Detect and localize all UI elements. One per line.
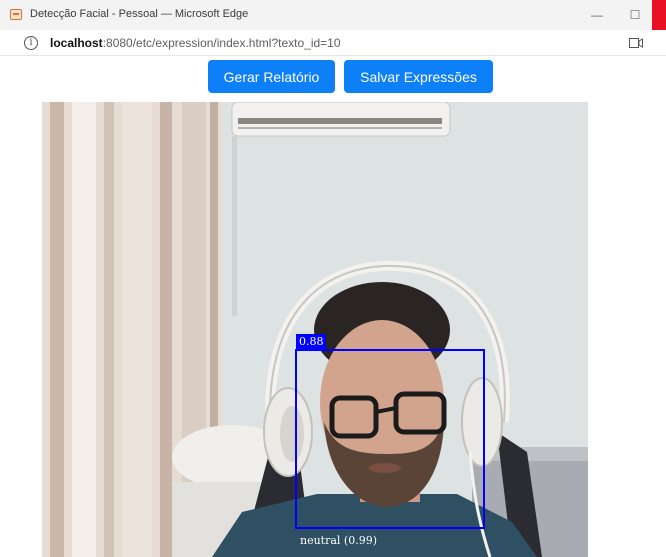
expression-label: neutral (0.99) <box>300 534 378 547</box>
ac-pipe <box>232 136 237 316</box>
window-titlebar: Detecção Facial - Pessoal — Microsoft Ed… <box>0 0 666 30</box>
address-bar[interactable]: i localhost:8080/etc/expression/index.ht… <box>0 30 666 56</box>
url-text[interactable]: localhost:8080/etc/expression/index.html… <box>50 36 341 50</box>
info-icon[interactable]: i <box>24 36 38 50</box>
camera-icon[interactable] <box>629 38 643 48</box>
url-path: :8080/etc/expression/index.html?texto_id… <box>102 36 341 50</box>
window-title: Detecção Facial - Pessoal — Microsoft Ed… <box>30 8 249 20</box>
url-host: localhost <box>50 36 103 50</box>
save-expressions-button[interactable]: Salvar Expressões <box>344 60 493 93</box>
curtain-fold <box>160 102 172 557</box>
curtain-fold <box>50 102 64 557</box>
minimize-button[interactable]: — <box>582 4 612 26</box>
curtain-fold <box>104 102 114 557</box>
app-icon <box>10 9 22 20</box>
curtain-fold <box>72 102 96 557</box>
generate-report-button[interactable]: Gerar Relatório <box>208 60 335 93</box>
right-ear-cup <box>461 377 503 467</box>
curtain-fold <box>122 102 152 557</box>
webcam-frame <box>42 102 588 557</box>
maximize-button[interactable]: ☐ <box>620 4 650 26</box>
mouth <box>369 463 401 473</box>
left-ear-cup-inner <box>280 406 304 462</box>
air-conditioner-vent <box>238 127 442 129</box>
air-conditioner-vent <box>238 118 442 124</box>
close-button[interactable] <box>652 0 666 30</box>
webcam-video: 0.88 neutral (0.99) <box>42 102 588 557</box>
detection-score-label: 0.88 <box>296 334 326 350</box>
